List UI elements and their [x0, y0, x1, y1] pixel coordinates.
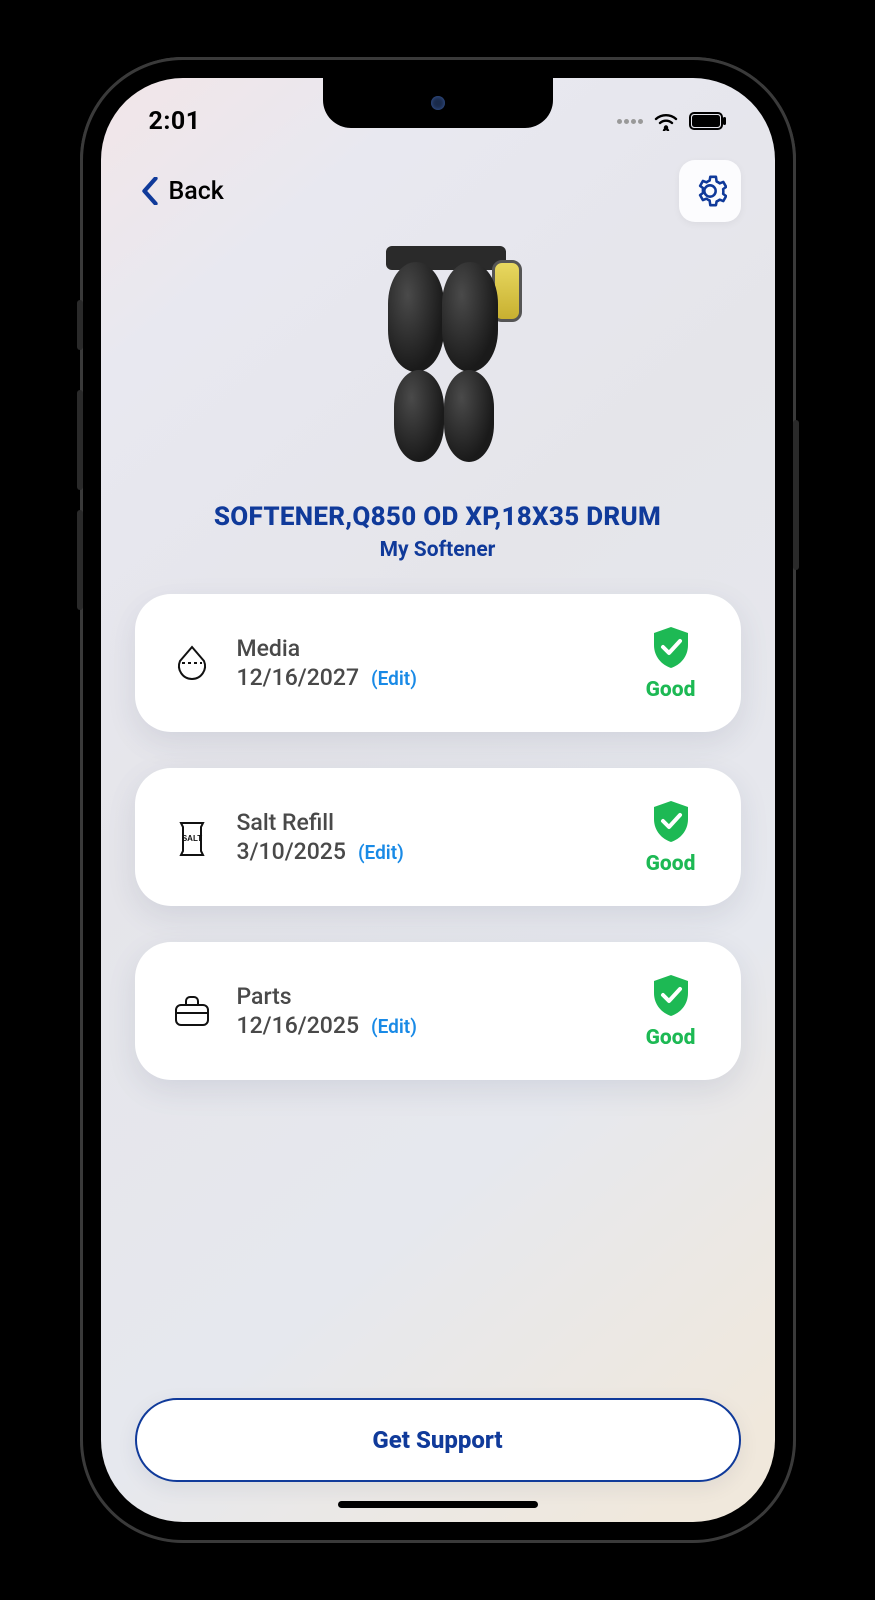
- media-card[interactable]: Media 12/16/2027 (Edit) Good: [135, 594, 741, 732]
- status-icons: [617, 111, 727, 131]
- edit-link[interactable]: (Edit): [371, 1015, 417, 1038]
- product-image: [358, 242, 518, 482]
- nav-bar: Back: [101, 146, 775, 232]
- edit-link[interactable]: (Edit): [358, 841, 404, 864]
- svg-text:SALT: SALT: [181, 834, 201, 843]
- status-label: Good: [631, 1026, 711, 1050]
- shield-check-icon: [648, 798, 694, 844]
- notch: [323, 78, 553, 128]
- card-label: Parts: [237, 983, 631, 1010]
- battery-icon: [689, 112, 727, 130]
- shield-check-icon: [648, 972, 694, 1018]
- phone-frame: 2:01 Back: [83, 60, 793, 1540]
- status-cards: Media 12/16/2027 (Edit) Good SALT: [135, 594, 741, 1080]
- back-label: Back: [169, 177, 224, 206]
- front-camera-icon: [431, 96, 445, 110]
- screen: 2:01 Back: [101, 78, 775, 1522]
- settings-button[interactable]: [679, 160, 741, 222]
- salt-bag-icon: SALT: [165, 815, 219, 859]
- toolbox-icon: [165, 989, 219, 1033]
- get-support-button[interactable]: Get Support: [135, 1398, 741, 1482]
- card-date: 12/16/2027: [237, 664, 360, 691]
- chevron-left-icon: [141, 177, 159, 205]
- home-indicator[interactable]: [338, 1501, 538, 1508]
- content: SOFTENER,Q850 OD XP,18X35 DRUM My Soften…: [101, 232, 775, 1398]
- status-label: Good: [631, 678, 711, 702]
- volume-up-button: [77, 390, 83, 490]
- parts-card[interactable]: Parts 12/16/2025 (Edit) Good: [135, 942, 741, 1080]
- card-date: 12/16/2025: [237, 1012, 360, 1039]
- card-label: Media: [237, 635, 631, 662]
- shield-check-icon: [648, 624, 694, 670]
- status-label: Good: [631, 852, 711, 876]
- product-subtitle: My Softener: [135, 538, 741, 562]
- edit-link[interactable]: (Edit): [371, 667, 417, 690]
- card-label: Salt Refill: [237, 809, 631, 836]
- volume-down-button: [77, 510, 83, 610]
- gear-icon: [693, 174, 727, 208]
- product-title: SOFTENER,Q850 OD XP,18X35 DRUM: [135, 502, 741, 532]
- power-button: [793, 420, 799, 570]
- cellular-dots-icon: [617, 119, 643, 124]
- back-button[interactable]: Back: [141, 177, 224, 206]
- silent-switch: [77, 300, 83, 350]
- status-time: 2:01: [149, 107, 201, 136]
- salt-refill-card[interactable]: SALT Salt Refill 3/10/2025 (Edit) Good: [135, 768, 741, 906]
- wifi-icon: [653, 111, 679, 131]
- media-icon: [165, 641, 219, 685]
- card-date: 3/10/2025: [237, 838, 346, 865]
